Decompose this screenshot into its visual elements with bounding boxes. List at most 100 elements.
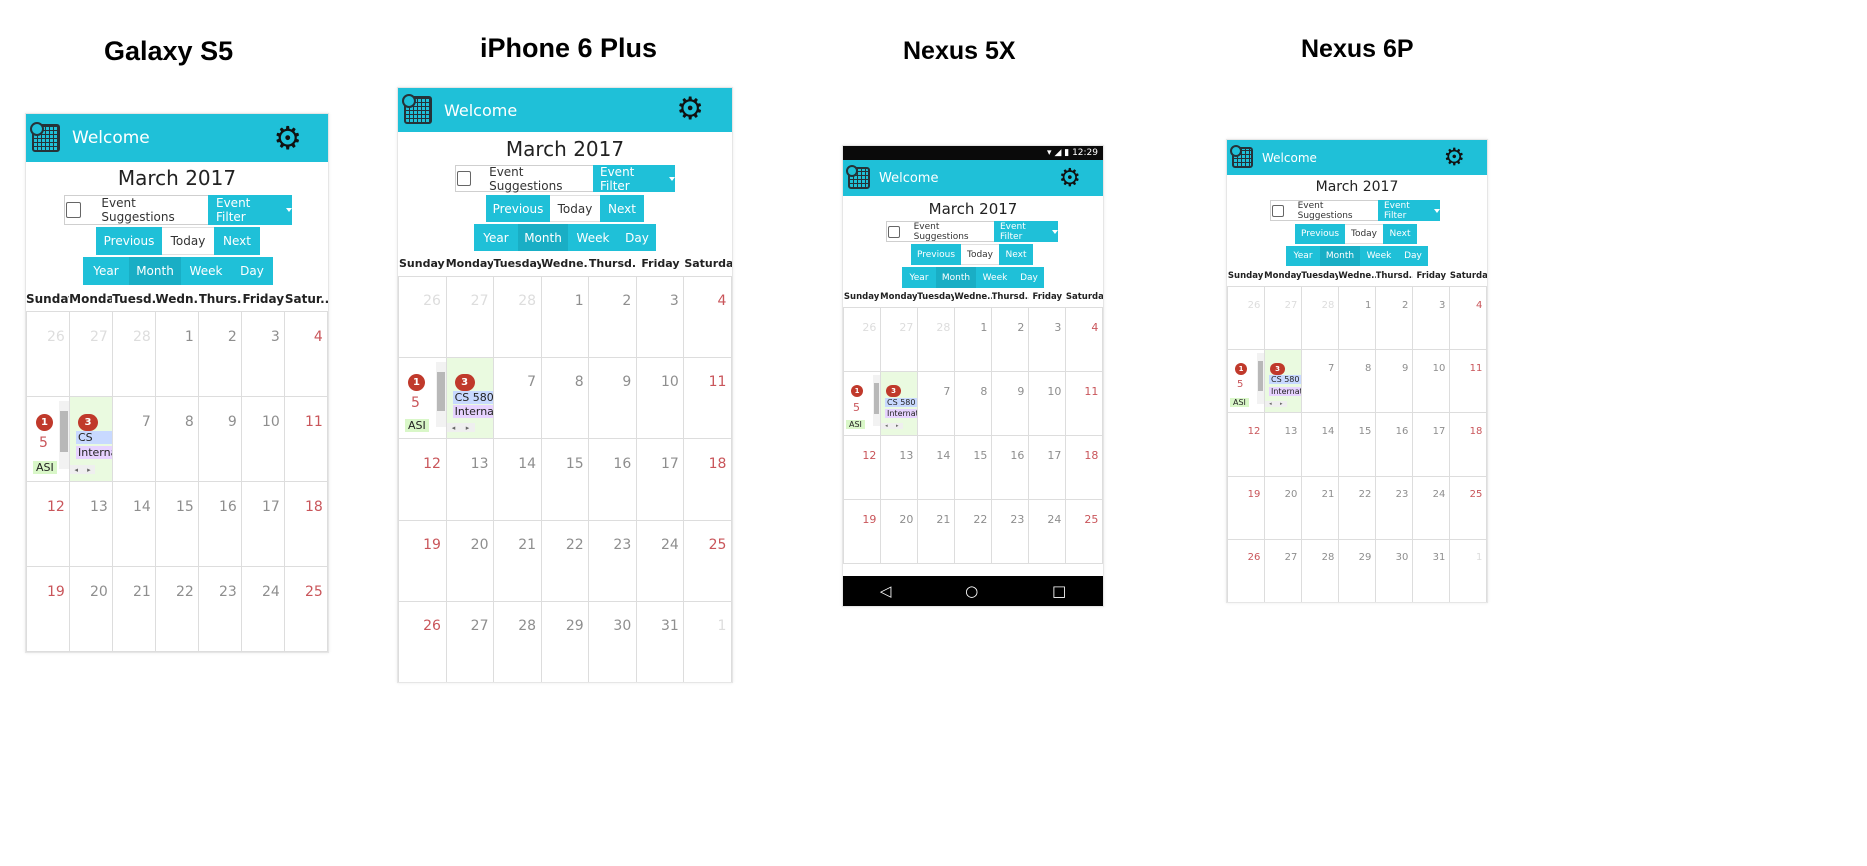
scroll-left-icon[interactable]: ◂: [885, 423, 888, 429]
event-count-badge[interactable]: 3: [454, 374, 475, 392]
scrollbar[interactable]: ◂ ▸: [446, 423, 475, 433]
back-icon[interactable]: ◁: [880, 582, 892, 600]
calendar-day-cell[interactable]: 10: [1029, 372, 1066, 435]
calendar-day-cell[interactable]: 24: [637, 520, 685, 601]
event-filter-button[interactable]: Event Filter: [994, 221, 1058, 242]
scrollbar[interactable]: [435, 362, 446, 428]
calendar-day-cell[interactable]: 3CSInternat◂▸: [70, 397, 113, 481]
calendar-day-cell[interactable]: 3: [1413, 287, 1450, 350]
calendar-day-cell[interactable]: 2: [199, 312, 242, 396]
calendar-day-cell[interactable]: 13: [1265, 413, 1302, 476]
calendar-day-cell[interactable]: 2: [992, 308, 1029, 371]
calendar-day-cell[interactable]: 1: [1339, 287, 1376, 350]
event-chip[interactable]: Internat: [452, 405, 494, 419]
calendar-day-cell[interactable]: 20: [70, 567, 113, 651]
event-count-badge[interactable]: 1: [36, 414, 53, 431]
calendar-day-cell[interactable]: 7: [918, 372, 955, 435]
calendar-day-cell[interactable]: 21: [494, 520, 542, 601]
calendar-day-cell[interactable]: 14: [494, 439, 542, 520]
calendar-day-cell[interactable]: 7: [494, 358, 542, 439]
scrollbar[interactable]: ◂ ▸: [1265, 400, 1287, 407]
calendar-day-cell[interactable]: 18: [285, 482, 328, 566]
calendar-day-cell[interactable]: 9: [992, 372, 1029, 435]
year-button[interactable]: Year: [902, 267, 936, 288]
calendar-day-cell[interactable]: 10: [1413, 350, 1450, 413]
week-button[interactable]: Week: [1360, 246, 1398, 266]
calendar-day-cell[interactable]: 28: [1302, 287, 1339, 350]
scroll-right-icon[interactable]: ▸: [1280, 401, 1283, 407]
calendar-day-cell[interactable]: 4: [1450, 287, 1487, 350]
event-count-badge[interactable]: 3: [886, 384, 901, 397]
calendar-day-cell[interactable]: 24: [1029, 500, 1066, 563]
event-filter-button[interactable]: Event Filter: [208, 195, 292, 225]
event-chip[interactable]: CS 580: [885, 397, 917, 407]
event-chip[interactable]: Internat: [1269, 386, 1301, 396]
calendar-day-cell[interactable]: 1 5 ASI: [1227, 350, 1265, 413]
calendar-day-cell[interactable]: 24: [1413, 476, 1450, 539]
day-button[interactable]: Day: [1398, 246, 1428, 266]
today-button[interactable]: Today: [961, 244, 999, 265]
calendar-day-cell[interactable]: 7: [1302, 350, 1339, 413]
calendar-day-cell[interactable]: 23: [199, 567, 242, 651]
calendar-day-cell[interactable]: 7: [113, 397, 156, 481]
event-count-badge[interactable]: 1: [408, 374, 425, 392]
next-button[interactable]: Next: [1383, 224, 1417, 244]
calendar-day-cell[interactable]: 25: [1450, 476, 1487, 539]
calendar-day-cell[interactable]: 21: [113, 567, 156, 651]
today-button[interactable]: Today: [1345, 224, 1383, 244]
scroll-right-icon[interactable]: ▸: [466, 424, 470, 432]
calendar-day-cell[interactable]: 23: [992, 500, 1029, 563]
scrollbar-thumb[interactable]: [436, 371, 445, 411]
scrollbar[interactable]: ◂ ▸: [70, 465, 96, 474]
event-suggestions-toggle[interactable]: Event Suggestions: [455, 165, 593, 193]
calendar-day-cell[interactable]: 21: [918, 500, 955, 563]
event-chip[interactable]: Internat: [885, 409, 917, 419]
calendar-day-cell[interactable]: 20: [1265, 476, 1302, 539]
calendar-day-cell[interactable]: 9: [199, 397, 242, 481]
calendar-day-cell[interactable]: 11: [684, 358, 732, 439]
calendar-day-cell[interactable]: 2: [589, 277, 637, 358]
calendar-day-cell[interactable]: 8: [156, 397, 199, 481]
calendar-day-cell[interactable]: 13: [70, 482, 113, 566]
calendar-day-cell[interactable]: 14: [113, 482, 156, 566]
calendar-day-cell[interactable]: 9: [1376, 350, 1413, 413]
calendar-day-cell[interactable]: 28: [494, 601, 542, 682]
today-button[interactable]: Today: [550, 195, 600, 222]
calendar-day-cell[interactable]: 1: [1450, 539, 1487, 602]
calendar-day-cell[interactable]: 21: [1302, 476, 1339, 539]
calendar-day-cell[interactable]: 15: [156, 482, 199, 566]
calendar-day-cell[interactable]: 24: [242, 567, 285, 651]
event-count-badge[interactable]: 1: [851, 384, 863, 397]
previous-button[interactable]: Previous: [911, 244, 961, 265]
calendar-day-cell[interactable]: 23: [589, 520, 637, 601]
event-chip[interactable]: ASI: [846, 420, 865, 429]
calendar-day-cell[interactable]: 27: [1265, 539, 1302, 602]
calendar-day-cell[interactable]: 26: [1227, 287, 1265, 350]
calendar-day-cell[interactable]: 26: [1227, 539, 1265, 602]
event-chip[interactable]: ASI: [405, 419, 429, 433]
year-button[interactable]: Year: [1286, 246, 1320, 266]
scrollbar-thumb[interactable]: [60, 411, 68, 453]
scroll-left-icon[interactable]: ◂: [452, 424, 456, 432]
calendar-day-cell[interactable]: 27: [70, 312, 113, 396]
calendar-day-cell[interactable]: 22: [1339, 476, 1376, 539]
calendar-day-cell[interactable]: 26: [26, 312, 70, 396]
event-chip[interactable]: Internat: [76, 446, 112, 460]
gear-icon[interactable]: ⚙: [1443, 145, 1465, 169]
calendar-day-cell[interactable]: 8: [955, 372, 992, 435]
event-chip[interactable]: CS: [76, 431, 112, 444]
event-suggestions-toggle[interactable]: Event Suggestions: [1270, 200, 1378, 221]
checkbox[interactable]: [457, 171, 472, 186]
calendar-day-cell[interactable]: 4: [684, 277, 732, 358]
calendar-day-cell[interactable]: 10: [637, 358, 685, 439]
calendar-day-cell[interactable]: 23: [1376, 476, 1413, 539]
gear-icon[interactable]: ⚙: [676, 94, 704, 125]
calendar-day-cell[interactable]: 11: [285, 397, 328, 481]
day-button[interactable]: Day: [1014, 267, 1044, 288]
event-chip[interactable]: CS 580: [452, 390, 494, 404]
calendar-day-cell[interactable]: 14: [1302, 413, 1339, 476]
checkbox[interactable]: [66, 202, 82, 218]
calendar-day-cell[interactable]: 29: [1339, 539, 1376, 602]
calendar-day-cell[interactable]: 12: [1227, 413, 1265, 476]
calendar-day-cell[interactable]: 25: [1066, 500, 1103, 563]
